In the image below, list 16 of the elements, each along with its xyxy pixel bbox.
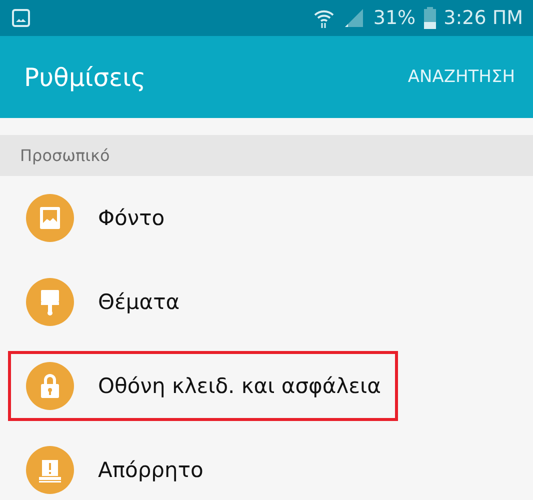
settings-item[interactable]: Θέματα <box>8 267 197 337</box>
alert-icon <box>26 446 74 494</box>
wifi-icon <box>313 8 336 28</box>
padlock-icon <box>26 362 74 410</box>
battery-percent: 31% <box>373 7 416 29</box>
settings-item[interactable]: Φόντο <box>8 183 182 253</box>
gallery-icon <box>12 9 30 27</box>
screen-title: Ρυθμίσεις <box>24 62 146 92</box>
highlighted-settings-item[interactable]: Οθόνη κλειδ. και ασφάλεια <box>8 351 398 421</box>
settings-item[interactable]: Απόρρητο <box>8 435 220 500</box>
section-title: Προσωπικό <box>20 146 110 165</box>
picture-icon <box>26 194 74 242</box>
clock: 3:26 ΠΜ <box>444 7 523 29</box>
paintbrush-icon <box>26 278 74 326</box>
battery-icon <box>424 7 436 29</box>
signal-icon <box>343 8 366 28</box>
